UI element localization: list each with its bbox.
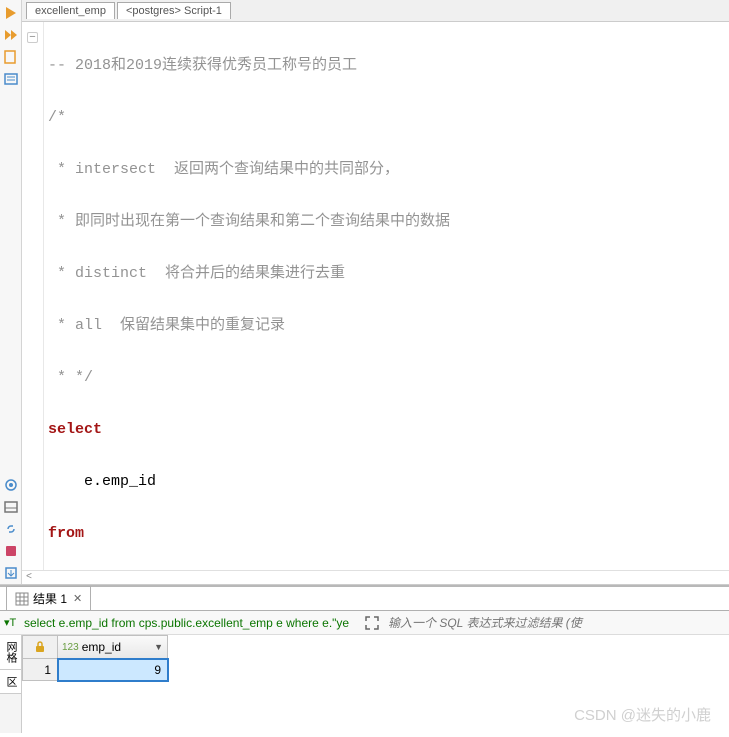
explain-icon[interactable] xyxy=(2,70,20,88)
code-editor[interactable]: -- 2018和2019连续获得优秀员工称号的员工 /* * intersect… xyxy=(44,22,729,570)
run-icon[interactable] xyxy=(2,4,20,22)
row-number[interactable]: 1 xyxy=(22,659,58,681)
vtab-region[interactable]: 区 xyxy=(0,670,21,694)
grid-icon xyxy=(15,592,29,606)
close-icon[interactable]: ✕ xyxy=(73,592,82,605)
fold-icon[interactable]: − xyxy=(27,32,38,43)
folding-gutter: − xyxy=(22,22,44,570)
execute-script-icon[interactable] xyxy=(2,48,20,66)
code-container: − -- 2018和2019连续获得优秀员工称号的员工 /* * interse… xyxy=(22,22,729,570)
load-icon[interactable] xyxy=(2,564,20,582)
run-all-icon[interactable] xyxy=(2,26,20,44)
editor-tabs: excellent_emp <postgres> Script-1 xyxy=(22,0,729,22)
panel-icon[interactable] xyxy=(2,498,20,516)
lock-icon xyxy=(34,641,46,653)
result-tab-1[interactable]: 结果 1 ✕ xyxy=(6,586,91,610)
link-icon[interactable] xyxy=(2,520,20,538)
tab-excellent-emp[interactable]: excellent_emp xyxy=(26,2,115,19)
scroll-left-icon[interactable]: < xyxy=(26,572,32,583)
keyword-select: select xyxy=(48,421,102,438)
grid-header-row: 123 emp_id ▼ xyxy=(22,635,168,659)
grid-vertical-tabs: 网格 区 xyxy=(0,635,22,733)
horizontal-scrollbar[interactable]: < xyxy=(22,570,729,584)
results-panel: 结果 1 ✕ ▾T select e.emp_id from cps.publi… xyxy=(0,585,729,733)
column-type-icon: 123 xyxy=(62,642,79,653)
tab-script[interactable]: <postgres> Script-1 xyxy=(117,2,231,19)
grid-corner[interactable] xyxy=(22,635,58,659)
code-comment: -- 2018 xyxy=(48,57,111,74)
save-icon[interactable] xyxy=(2,542,20,560)
results-tabs: 结果 1 ✕ xyxy=(0,587,729,611)
vtab-grid[interactable]: 网格 xyxy=(0,635,21,670)
left-toolbar xyxy=(0,0,22,584)
result-tab-label: 结果 1 xyxy=(33,590,67,607)
cell-value[interactable]: 9 xyxy=(58,659,168,681)
results-grid: 123 emp_id ▼ 1 9 xyxy=(22,635,168,733)
keyword-from: from xyxy=(48,525,84,542)
sql-text-icon: ▾T xyxy=(0,616,20,629)
column-name: emp_id xyxy=(82,640,121,654)
column-header-emp-id[interactable]: 123 emp_id ▼ xyxy=(58,635,168,659)
editor-area: excellent_emp <postgres> Script-1 − -- 2… xyxy=(22,0,729,584)
filter-input[interactable] xyxy=(384,614,729,632)
settings-icon[interactable] xyxy=(2,476,20,494)
sort-icon[interactable]: ▼ xyxy=(154,642,163,652)
editor-container: excellent_emp <postgres> Script-1 − -- 2… xyxy=(0,0,729,585)
results-toolbar: ▾T select e.emp_id from cps.public.excel… xyxy=(0,611,729,635)
fullscreen-icon[interactable] xyxy=(364,615,380,631)
table-row: 1 9 xyxy=(22,659,168,681)
sql-preview[interactable]: select e.emp_id from cps.public.excellen… xyxy=(0,616,360,630)
results-grid-area: 网格 区 123 emp_id ▼ 1 9 xyxy=(0,635,729,733)
